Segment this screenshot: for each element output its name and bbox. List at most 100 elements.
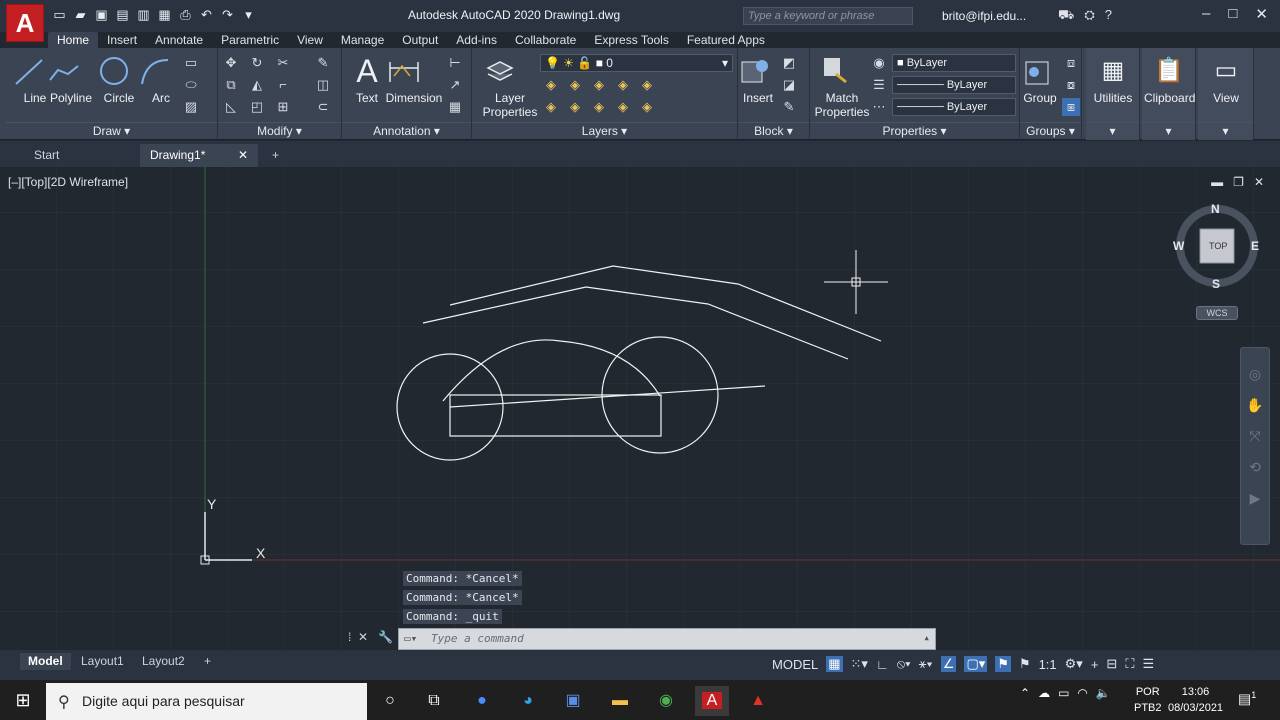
move-icon[interactable]: ✥ (222, 54, 240, 72)
taskbar-search-input[interactable]: ⚲ Digite aqui para pesquisar (46, 683, 367, 720)
view-button[interactable]: ▭ View (1201, 54, 1251, 105)
tab-add-ins[interactable]: Add-ins (447, 32, 506, 48)
lineweight-icon[interactable]: ☰ (870, 76, 888, 94)
model-space-button[interactable]: MODEL (772, 657, 818, 672)
grid-icon[interactable]: ▦ (826, 656, 843, 672)
layer-tool-3-icon[interactable]: ◈ (590, 76, 608, 94)
viewport-controls-label[interactable]: [–][Top][2D Wireframe] (8, 175, 128, 189)
compass-s[interactable]: S (1212, 277, 1220, 291)
undo-icon[interactable]: ↶ (199, 7, 214, 22)
layer-tool-1-icon[interactable]: ◈ (542, 76, 560, 94)
language-indicator[interactable]: POR PTB2 (1134, 684, 1162, 716)
new-file-icon[interactable]: ▭ (52, 7, 67, 22)
chrome-app-icon[interactable]: ◉ (649, 686, 683, 716)
layer-tool-2-icon[interactable]: ◈ (566, 76, 584, 94)
compass-e[interactable]: E (1251, 239, 1259, 253)
task-view-icon[interactable]: ⧉ (417, 686, 451, 716)
trim-icon[interactable]: ✂ (274, 54, 292, 72)
notification-center-icon[interactable]: ▤1 (1238, 690, 1256, 708)
table-icon[interactable]: ▦ (446, 98, 464, 116)
help-icon[interactable]: ? (1105, 7, 1112, 25)
tab-manage[interactable]: Manage (332, 32, 393, 48)
tray-chevron-icon[interactable]: ⌃ (1020, 686, 1030, 700)
scale-icon[interactable]: ◰ (248, 98, 266, 116)
layer-tool-4-icon[interactable]: ◈ (614, 76, 632, 94)
erase-icon[interactable]: ✎ (314, 54, 332, 72)
tab-view[interactable]: View (288, 32, 332, 48)
clipboard-chevron[interactable]: ▾ (1142, 122, 1195, 138)
layer-tool-5-icon[interactable]: ◈ (638, 76, 656, 94)
utilities-panel[interactable]: ▦ Utilities ▾ (1086, 48, 1140, 140)
explode-icon[interactable]: ◫ (314, 76, 332, 94)
vp-restore-icon[interactable]: ❐ (1233, 175, 1244, 189)
volume-icon[interactable]: 🔈 (1096, 686, 1111, 700)
polyline-button[interactable]: Polyline (44, 54, 98, 105)
properties-panel-label[interactable]: Properties ▾ (810, 122, 1019, 138)
annotation-scale[interactable]: 1:1 (1039, 657, 1057, 672)
edge-app-icon[interactable]: ◕ (511, 686, 545, 716)
rectangle-icon[interactable]: ▭ (182, 54, 200, 72)
block-panel-label[interactable]: Block ▾ (738, 122, 809, 138)
windows-start-icon[interactable]: ⊞ (0, 680, 46, 720)
pan-icon[interactable]: ✋ (1241, 397, 1269, 414)
battery-icon[interactable]: ▭ (1058, 686, 1069, 700)
linear-dim-icon[interactable]: ⊢ (446, 54, 464, 72)
view-chevron[interactable]: ▾ (1198, 122, 1253, 138)
tab-featured-apps[interactable]: Featured Apps (678, 32, 774, 48)
compass-n[interactable]: N (1211, 202, 1220, 216)
hatch-icon[interactable]: ▨ (182, 98, 200, 116)
customize-qat-icon[interactable]: ▾ (241, 7, 256, 22)
layer-tool-8-icon[interactable]: ◈ (590, 98, 608, 116)
ungroup-icon[interactable]: ⧈ (1062, 54, 1080, 72)
tab-express-tools[interactable]: Express Tools (585, 32, 677, 48)
linetype-icon[interactable]: ⋯ (870, 98, 888, 116)
command-grip-icon[interactable]: ⁞ (348, 630, 351, 644)
command-close-icon[interactable]: ✕ (358, 630, 368, 644)
wcs-menu[interactable]: WCS (1196, 306, 1238, 320)
help-search-input[interactable]: Type a keyword or phrase (743, 7, 913, 25)
ellipse-icon[interactable]: ⬭ (182, 76, 200, 94)
navigation-bar[interactable]: ◎ ✋ ⤧ ⟲ ▶ (1240, 347, 1270, 545)
leader-icon[interactable]: ↗ (446, 76, 464, 94)
tab-output[interactable]: Output (393, 32, 447, 48)
print-icon[interactable]: ⎙ (178, 7, 193, 22)
add-layout-icon[interactable]: + (196, 653, 219, 670)
customize-status-icon[interactable]: ☰ (1142, 656, 1154, 672)
utilities-button[interactable]: ▦ Utilities (1088, 54, 1138, 105)
zoom-app-icon[interactable]: ● (465, 686, 499, 716)
stretch-icon[interactable]: ◺ (222, 98, 240, 116)
layer-tool-10-icon[interactable]: ◈ (638, 98, 656, 116)
command-input[interactable]: ▭▾ Type a command ▴ (398, 627, 936, 650)
redo-icon[interactable]: ↷ (220, 7, 235, 22)
copy-icon[interactable]: ⧉ (222, 76, 240, 94)
maximize-icon[interactable]: □ (1228, 5, 1237, 23)
auto-scale-icon[interactable]: ⚑ (1019, 656, 1031, 672)
start-tab[interactable]: Start (24, 144, 140, 167)
linetype-dropdown[interactable]: ────── ByLayer (892, 76, 1016, 94)
layer-tool-9-icon[interactable]: ◈ (614, 98, 632, 116)
annotation-panel-label[interactable]: Annotation ▾ (342, 122, 471, 138)
open-folder-icon[interactable]: ▰ (73, 7, 88, 22)
units-icon[interactable]: ⊟ (1106, 656, 1117, 672)
onedrive-icon[interactable]: ☁ (1038, 686, 1050, 700)
system-clock[interactable]: 13:06 08/03/2021 (1168, 684, 1223, 716)
wifi-icon[interactable]: ◠ (1077, 686, 1087, 700)
save-as-icon[interactable]: ▤ (115, 7, 130, 22)
utilities-chevron[interactable]: ▾ (1086, 122, 1139, 138)
showmotion-icon[interactable]: ▶ (1241, 490, 1269, 507)
group-button[interactable]: Group (1020, 54, 1060, 105)
draw-panel-label[interactable]: Draw ▾ (6, 122, 217, 138)
match-properties-button[interactable]: Match Properties (814, 54, 870, 119)
annotation-visibility-icon[interactable]: ⚑ (995, 656, 1011, 672)
drawing-tab[interactable]: Drawing1* ✕ (140, 144, 258, 167)
command-history-toggle-icon[interactable]: ▴ (923, 631, 930, 644)
group-select-icon[interactable]: ⧆ (1062, 98, 1080, 116)
edit-block-icon[interactable]: ◪ (780, 76, 798, 94)
cloud-icon[interactable]: ▥ (136, 7, 151, 22)
layout-tab-layout1[interactable]: Layout1 (73, 653, 132, 670)
mirror-icon[interactable]: ◭ (248, 76, 266, 94)
group-edit-icon[interactable]: ⧇ (1062, 76, 1080, 94)
layout-tab-model[interactable]: Model (20, 653, 71, 670)
osnap-tracking-icon[interactable]: ∠ (940, 656, 957, 672)
compass-w[interactable]: W (1173, 239, 1184, 253)
